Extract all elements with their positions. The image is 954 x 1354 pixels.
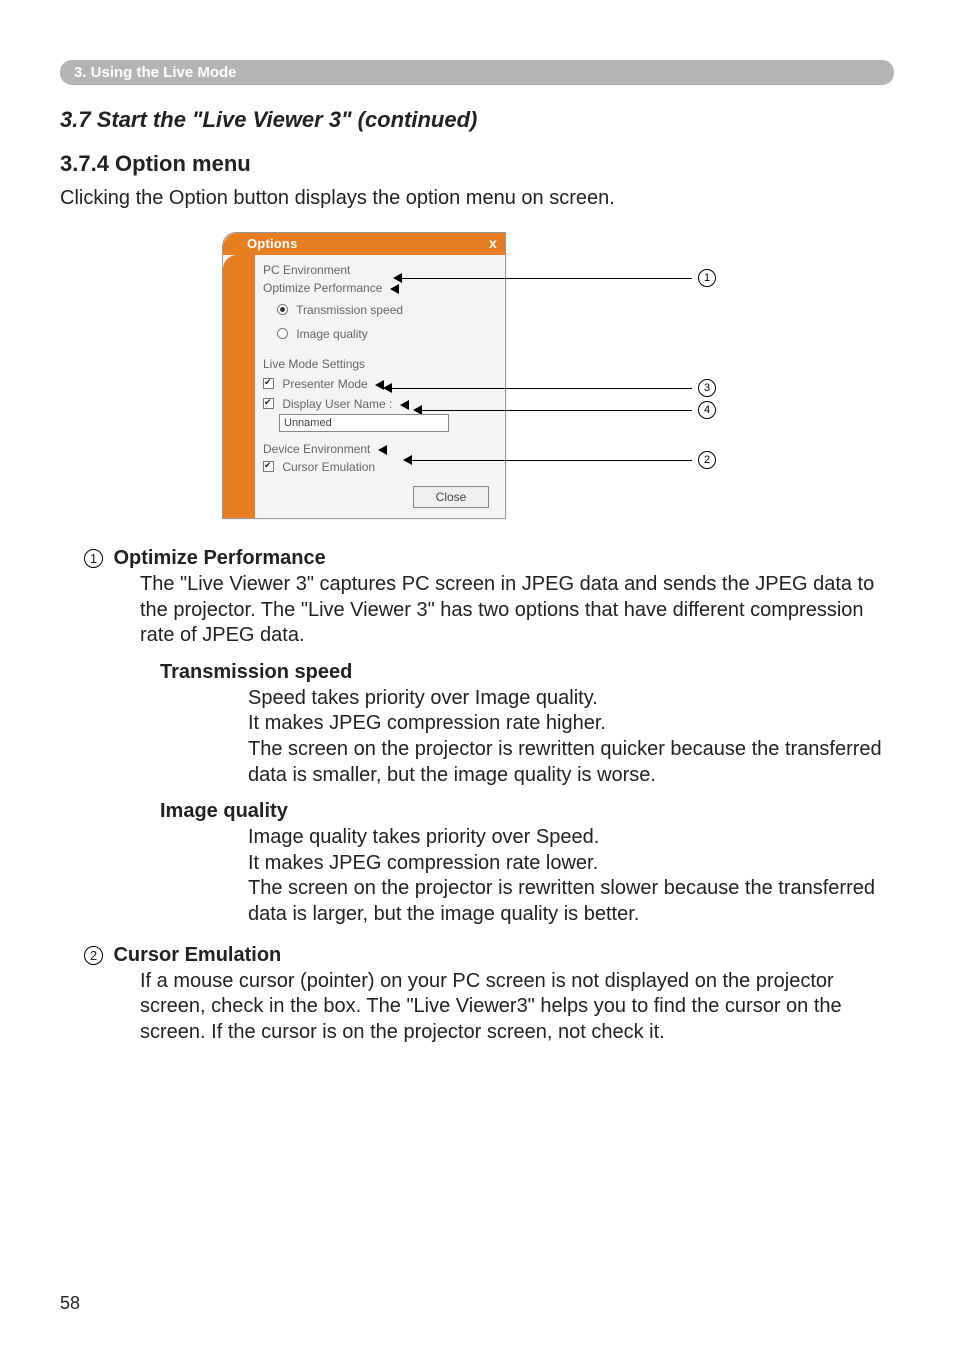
radio-image-quality[interactable]: Image quality [263, 327, 495, 341]
section-title: 3.7 Start the "Live Viewer 3" (continued… [60, 107, 894, 133]
callout-number: 1 [698, 269, 716, 287]
subsection-title: 3.7.4 Option menu [60, 151, 894, 177]
checkbox-icon [263, 398, 274, 409]
pc-environment-label: PC Environment [263, 263, 495, 277]
device-environment-text: Device Environment [263, 442, 370, 456]
optimize-performance-text: Optimize Performance [263, 281, 382, 295]
arrow-left-icon [378, 445, 387, 455]
display-user-name-label: Display User Name : [282, 397, 392, 411]
username-input[interactable] [279, 414, 449, 432]
presenter-mode-label: Presenter Mode [282, 377, 367, 391]
optimize-performance-label: Optimize Performance [263, 281, 495, 295]
intro-text: Clicking the Option button displays the … [60, 187, 894, 210]
orange-strip [223, 255, 255, 518]
figure-area: Options x PC Environment Optimize Perfor… [60, 232, 894, 519]
subhead-image-quality: Image quality [160, 800, 894, 823]
cursor-emulation-row[interactable]: Cursor Emulation [263, 460, 495, 474]
callout-number: 2 [698, 451, 716, 469]
arrow-left-icon [400, 400, 409, 410]
checkbox-icon [263, 378, 274, 389]
radio-transmission-label: Transmission speed [296, 303, 403, 317]
display-user-name-row[interactable]: Display User Name : [263, 397, 495, 411]
number-circle-icon: 1 [84, 549, 103, 568]
device-environment-label: Device Environment [263, 442, 495, 456]
dialog-titlebar: Options x [223, 233, 505, 255]
arrow-left-icon [390, 284, 399, 294]
subbody-image-quality: Image quality takes priority over Speed.… [248, 825, 894, 927]
presenter-mode-row[interactable]: Presenter Mode [263, 377, 495, 391]
desc-title-cursor: Cursor Emulation [113, 944, 281, 967]
chapter-bar: 3. Using the Live Mode [60, 60, 894, 85]
dialog-title: Options [247, 236, 298, 251]
desc-title-optimize: Optimize Performance [113, 547, 325, 570]
desc-block-1: 1 Optimize Performance The "Live Viewer … [84, 547, 894, 928]
radio-transmission-speed[interactable]: Transmission speed [263, 303, 495, 317]
checkbox-icon [263, 461, 274, 472]
radio-icon [277, 304, 288, 315]
number-circle-icon: 2 [84, 946, 103, 965]
close-button[interactable]: Close [413, 486, 489, 508]
desc-body-cursor: If a mouse cursor (pointer) on your PC s… [140, 969, 894, 1046]
close-icon[interactable]: x [489, 235, 497, 251]
desc-block-2: 2 Cursor Emulation If a mouse cursor (po… [84, 944, 894, 1046]
cursor-emulation-label: Cursor Emulation [282, 460, 375, 474]
callout-number: 4 [698, 401, 716, 419]
subbody-transmission: Speed takes priority over Image quality.… [248, 686, 894, 788]
radio-icon [277, 328, 288, 339]
radio-image-quality-label: Image quality [296, 327, 367, 341]
options-dialog: Options x PC Environment Optimize Perfor… [222, 232, 506, 519]
desc-body-optimize: The "Live Viewer 3" captures PC screen i… [140, 572, 894, 649]
subhead-transmission: Transmission speed [160, 661, 894, 684]
callout-number: 3 [698, 379, 716, 397]
page-number: 58 [60, 1293, 80, 1314]
arrow-left-icon [375, 380, 384, 390]
live-mode-settings-label: Live Mode Settings [263, 357, 495, 371]
